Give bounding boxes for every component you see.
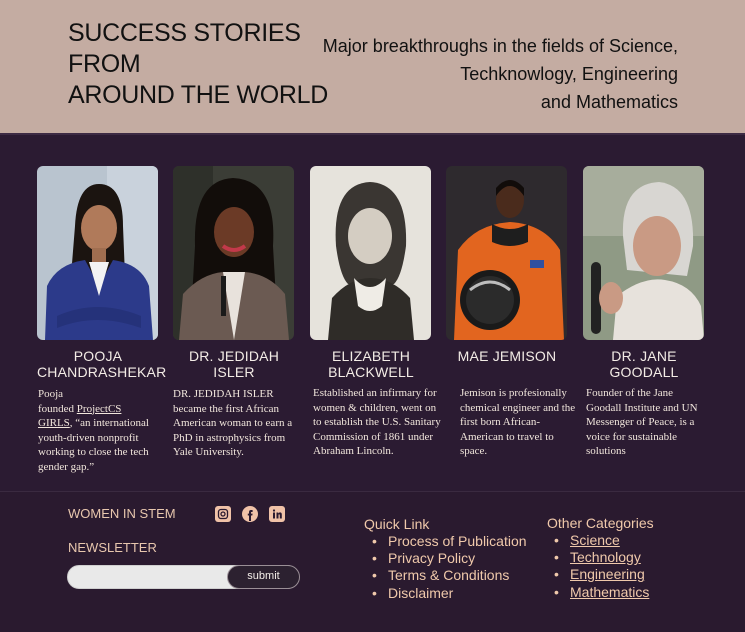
quick-link-disclaimer[interactable]: • Disclaimer (372, 585, 527, 602)
other-categories-list: • Science • Technology • Engineering • Mathe… (554, 532, 649, 601)
profile-card-mae: MAE JEMISON (446, 166, 568, 364)
quick-link-privacy-policy[interactable]: • Privacy Policy (372, 550, 527, 567)
profile-card-pooja: POOJA CHANDRASHEKAR (37, 166, 167, 380)
subtitle-line-2: Techknowlogy, Engineering (460, 64, 678, 84)
profile-description-jane: Founder of the Jane Goodall Institute an… (586, 387, 698, 457)
profile-photo-jedidah (173, 166, 294, 340)
page-subtitle: Major breakthroughs in the fields of Sci… (288, 32, 678, 116)
quick-link-process-of-publication[interactable]: • Process of Publication (372, 533, 527, 550)
quick-link-title: Quick Link (364, 516, 430, 532)
subtitle-line-3: and Mathematics (540, 92, 678, 112)
category-science: • Science (554, 532, 620, 548)
title-line-2: FROM (68, 50, 141, 78)
title-line-3: AROUND THE WORLD (68, 81, 329, 109)
profile-photo-mae (446, 166, 567, 340)
title-line-1: SUCCESS STORIES (68, 19, 301, 47)
profile-card-jedidah: DR. JEDIDAH ISLER (173, 166, 295, 380)
profile-description-jedidah: DR. JEDIDAH ISLER became the first Afric… (173, 388, 293, 458)
profile-name: MAE JEMISON (457, 348, 557, 364)
quick-links-list: • Process of Publication • Privacy Policy … (372, 533, 527, 602)
category-engineering: • Engineering (554, 566, 645, 583)
instagram-icon[interactable] (215, 506, 231, 522)
footer-brand: WOMEN IN STEM (68, 506, 176, 521)
footer-divider (0, 491, 745, 492)
profile-description-elizabeth: Established an infirmary for women & chi… (313, 387, 441, 457)
profile-photo-jane (583, 166, 704, 340)
submit-button[interactable]: submit (227, 565, 300, 589)
profile-photo-pooja (37, 166, 158, 340)
category-link-engineering[interactable]: Engineering (570, 566, 645, 582)
page-header: SUCCESS STORIES FROM AROUND THE WORLD Ma… (0, 0, 745, 133)
profile-description-pooja: Pooja founded ProjectCS GIRLS, “an inter… (38, 387, 158, 474)
profile-name: POOJA CHANDRASHEKAR (37, 348, 167, 380)
header-divider (0, 133, 745, 135)
other-categories-title: Other Categories (547, 515, 654, 531)
category-mathematics: • Mathematics (554, 583, 650, 600)
profile-card-jane: DR. JANE GOODALL (583, 166, 705, 380)
category-link-science[interactable]: Science (570, 532, 620, 548)
desc-text: Pooja founded (38, 388, 75, 415)
category-technology: • Technology (554, 549, 641, 566)
quick-link-terms-conditions[interactable]: • Terms & Conditions (372, 567, 527, 584)
page-title: SUCCESS STORIES FROM AROUND THE WORLD (68, 18, 329, 111)
profile-card-elizabeth: ELIZABETH BLACKWELL (310, 166, 432, 380)
profile-name: DR. JEDIDAH ISLER (188, 348, 280, 380)
profile-name: ELIZABETH BLACKWELL (328, 348, 414, 380)
facebook-icon[interactable] (242, 506, 258, 522)
profile-name: DR. JANE GOODALL (609, 348, 679, 380)
linkedin-icon[interactable] (269, 506, 285, 522)
category-link-mathematics[interactable]: Mathematics (570, 584, 649, 600)
category-link-technology[interactable]: Technology (570, 549, 641, 565)
subtitle-line-1: Major breakthroughs in the fields of Sci… (322, 36, 678, 56)
profile-photo-elizabeth (310, 166, 431, 340)
newsletter-label: NEWSLETTER (68, 540, 157, 555)
profile-description-mae: Jemison is profesionally chemical engine… (460, 387, 576, 457)
